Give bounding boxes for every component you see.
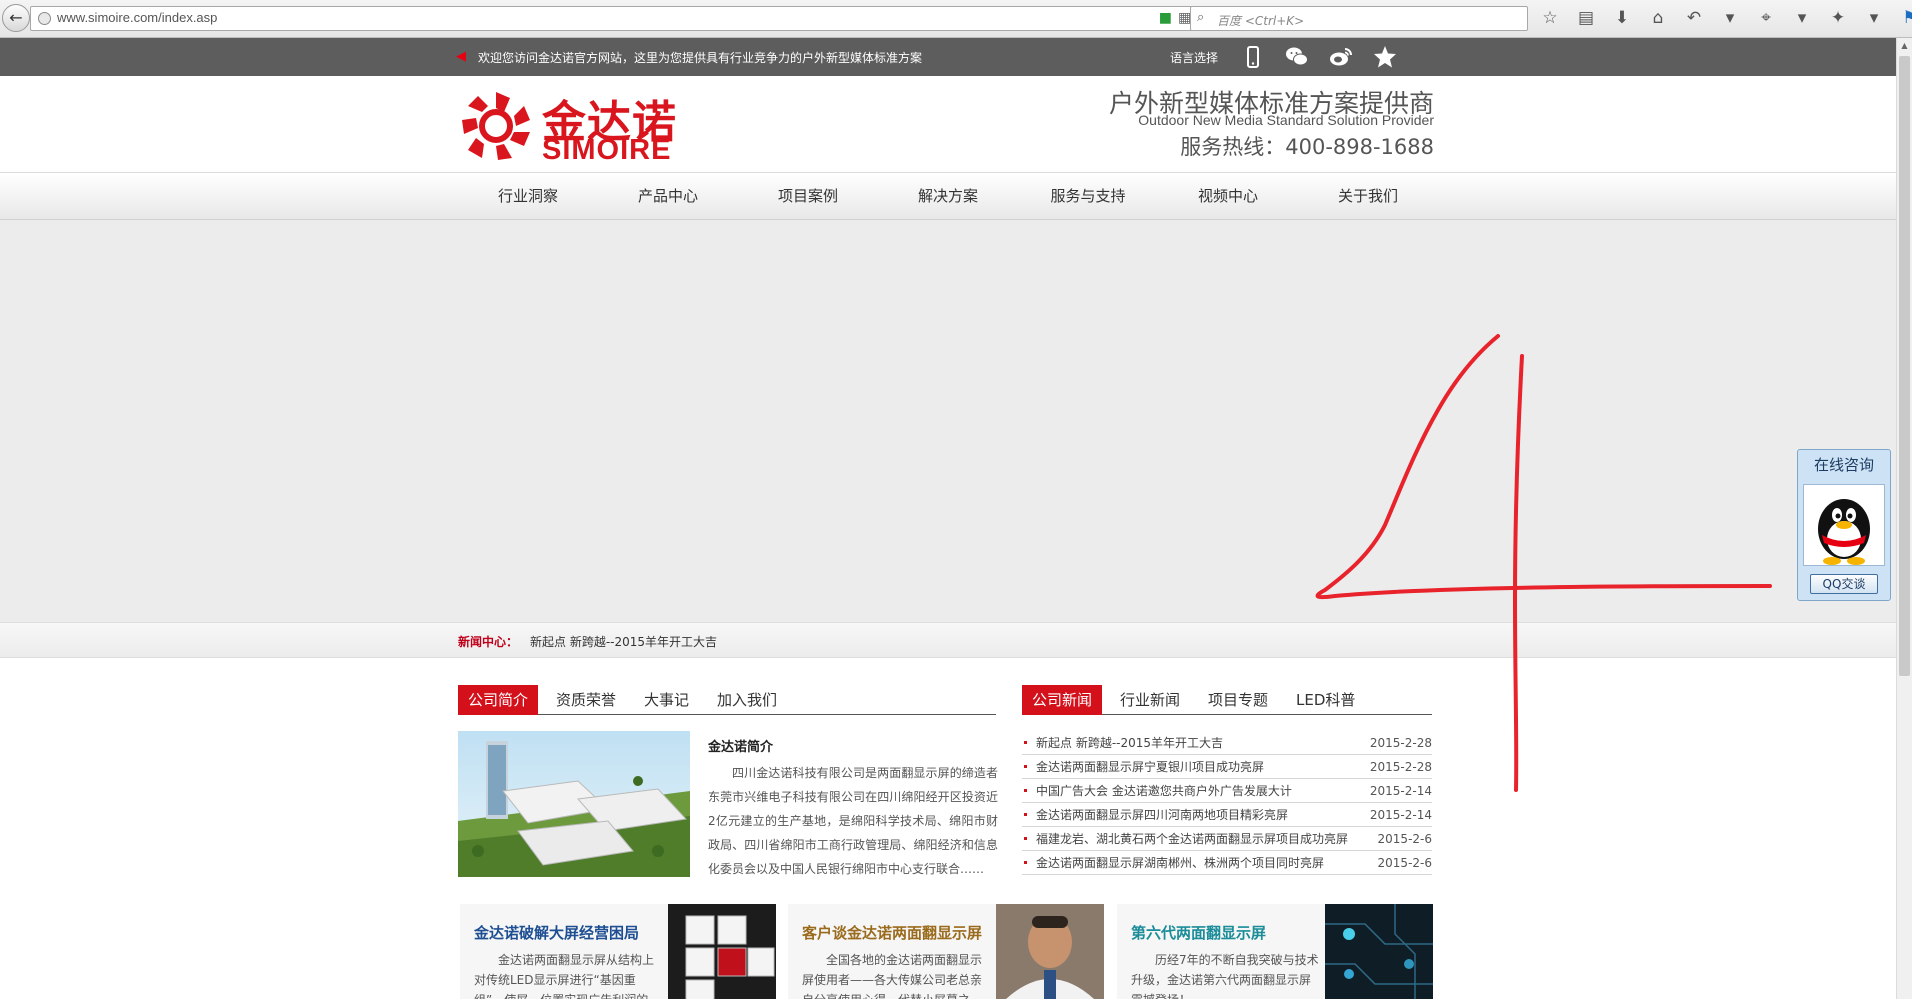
qq-penguin-icon[interactable] [1803,484,1885,566]
tab-projects[interactable]: 项目专题 [1198,685,1278,715]
logo-mark-icon [462,92,530,160]
star-icon[interactable] [1372,44,1398,70]
card-text: 金达诺两面翻显示屏从结构上对传统LED显示屏进行“基因重组”，使屏一位置实现广告… [474,953,655,999]
welcome-text: 欢迎您访问金达诺官方网站，这里为您提供具有行业竞争力的户外新型媒体标准方案 [478,51,923,65]
qq-title: 在线咨询 [1813,456,1874,474]
news-title[interactable]: 金达诺两面翻显示屏宁夏银川项目成功亮屏 [1036,760,1264,774]
weibo-icon[interactable] [1328,44,1354,70]
puzzle-image[interactable] [668,904,776,999]
qq-consult-widget: 在线咨询 QQ交谈 [1797,449,1891,601]
topbar-icons [1240,44,1398,70]
list-item[interactable]: 新起点 新跨越--2015羊年开工大吉 2015-2-28 [1022,731,1432,755]
led-circuit-image[interactable] [1325,904,1433,999]
ticker-link[interactable]: 新起点 新跨越--2015羊年开工大吉 [530,633,717,650]
about-text: 四川金达诺科技有限公司是两面翻显示屏的缔造者东莞市兴维电子科技有限公司在四川绵阳… [708,766,998,876]
feature-card[interactable]: 第六代两面翻显示屏 历经7年的不断自我突破与技术升级，金达诺第六代两面翻显示屏震… [1117,904,1433,999]
feature-card[interactable]: 客户谈金达诺两面翻显示屏 全国各地的金达诺两面翻显示屏使用者——各大传媒公司老总… [788,904,1104,999]
news-title[interactable]: 中国广告大会 金达诺邀您共商户外广告发展大计 [1036,784,1292,798]
nav-item-cases[interactable]: 项目案例 [738,173,878,219]
news-title[interactable]: 金达诺两面翻显示屏湖南郴州、株洲两个项目同时亮屏 [1036,856,1324,870]
tab-company-news[interactable]: 公司新闻 [1022,685,1103,715]
logo-english-text: SIMOIRE [542,134,672,166]
news-title[interactable]: 金达诺两面翻显示屏四川河南两地项目精彩亮屏 [1036,808,1288,822]
news-date: 2015-2-28 [1369,760,1432,774]
mobile-icon[interactable] [1240,44,1266,70]
speaker-icon: ◀ [456,49,466,64]
card-text: 历经7年的不断自我突破与技术升级，金达诺第六代两面翻显示屏震撼登场！ [1131,953,1319,999]
download-icon[interactable]: ⬇ [1610,6,1634,30]
tab-led-science[interactable]: LED科普 [1286,685,1365,715]
undo-icon[interactable]: ↶ [1682,6,1706,30]
nav-item-video[interactable]: 视频中心 [1158,173,1298,219]
list-item[interactable]: 福建龙岩、湖北黄石两个金达诺两面翻显示屏项目成功亮屏 2015-2-6 [1022,827,1432,851]
list-item[interactable]: 金达诺两面翻显示屏四川河南两地项目精彩亮屏 2015-2-14 [1022,803,1432,827]
tab-join-us[interactable]: 加入我们 [707,685,787,715]
company-building-image[interactable] [458,731,690,877]
main-nav: 行业洞察 产品中心 项目案例 解决方案 服务与支持 视频中心 关于我们 [0,172,1896,220]
extension-icon[interactable]: ✦ [1826,6,1850,30]
list-item[interactable]: 金达诺两面翻显示屏宁夏银川项目成功亮屏 2015-2-28 [1022,755,1432,779]
about-tabs: 公司简介 资质荣誉 大事记 加入我们 [458,685,996,715]
flag-icon[interactable]: ⚑ [1898,6,1912,30]
crop-icon[interactable]: ⌖ [1754,6,1778,30]
shield-icon[interactable]: ■ [1159,10,1178,26]
search-bar[interactable]: ⌕ 百度 <Ctrl+K> [1190,6,1528,31]
card-title[interactable]: 客户谈金达诺两面翻显示屏 [802,922,982,943]
globe-icon [38,12,51,25]
banner [0,220,1896,622]
bookmark-star-icon[interactable]: ☆ [1538,6,1562,30]
news-tabs: 公司新闻 行业新闻 项目专题 LED科普 [1022,685,1432,715]
feature-card[interactable]: 金达诺破解大屏经营困局 金达诺两面翻显示屏从结构上对传统LED显示屏进行“基因重… [460,904,776,999]
person-photo[interactable] [996,904,1104,999]
card-title[interactable]: 第六代两面翻显示屏 [1131,922,1266,943]
list-item[interactable]: 金达诺两面翻显示屏湖南郴州、株洲两个项目同时亮屏 2015-2-6 [1022,851,1432,875]
language-select[interactable]: 语言选择 [1170,49,1218,66]
news-title[interactable]: 新起点 新跨越--2015羊年开工大吉 [1036,736,1223,750]
search-placeholder[interactable]: 百度 <Ctrl+K> [1217,12,1304,29]
scrollbar[interactable]: ▲ [1896,38,1912,999]
news-list: 新起点 新跨越--2015羊年开工大吉 2015-2-28 金达诺两面翻显示屏宁夏… [1022,731,1432,875]
tab-honors[interactable]: 资质荣誉 [546,685,626,715]
wechat-icon[interactable] [1284,44,1310,70]
slogan-english: Outdoor New Media Standard Solution Prov… [1138,112,1434,128]
nav-item-insight[interactable]: 行业洞察 [458,173,598,219]
news-date: 2015-2-14 [1369,808,1432,822]
back-button[interactable]: ← [2,4,30,32]
news-date: 2015-2-6 [1377,832,1432,846]
nav-item-about[interactable]: 关于我们 [1298,173,1438,219]
browser-toolbar: ← www.simoire.com/index.asp ■▦↻ ⌕ 百度 <Ct… [0,0,1912,38]
url-bar[interactable]: www.simoire.com/index.asp ■▦↻ [30,6,1222,31]
card-title[interactable]: 金达诺破解大屏经营困局 [474,922,639,943]
dropdown-icon[interactable]: ▾ [1862,6,1886,30]
search-icon: ⌕ [1197,10,1205,25]
about-title: 金达诺简介 [708,740,774,755]
browser-toolbar-icons: ☆ ▤ ⬇ ⌂ ↶ ▾ ⌖ ▾ ✦ ▾ ⚑ [1538,6,1912,32]
card-text: 全国各地的金达诺两面翻显示屏使用者——各大传媒公司老总亲自分享使用心得，代替小屏… [802,953,983,999]
tab-milestones[interactable]: 大事记 [634,685,699,715]
tab-company-intro[interactable]: 公司简介 [458,685,539,715]
hotline: 服务热线：400-898-1688 [1180,135,1434,159]
dropdown-icon[interactable]: ▾ [1790,6,1814,30]
news-ticker: 新闻中心： 新起点 新跨越--2015羊年开工大吉 [0,622,1896,658]
home-icon[interactable]: ⌂ [1646,6,1670,30]
url-text[interactable]: www.simoire.com/index.asp [57,10,217,25]
news-title[interactable]: 福建龙岩、湖北黄石两个金达诺两面翻显示屏项目成功亮屏 [1036,832,1348,846]
scroll-up-arrow-icon[interactable]: ▲ [1897,38,1912,54]
dropdown-icon[interactable]: ▾ [1718,6,1742,30]
reading-list-icon[interactable]: ▤ [1574,6,1598,30]
news-date: 2015-2-28 [1369,736,1432,750]
list-item[interactable]: 中国广告大会 金达诺邀您共商户外广告发展大计 2015-2-14 [1022,779,1432,803]
news-date: 2015-2-6 [1377,856,1432,870]
logo[interactable]: 金达诺 SIMOIRE [458,86,683,166]
scroll-thumb[interactable] [1899,56,1910,676]
nav-item-support[interactable]: 服务与支持 [1018,173,1158,219]
site-header: 金达诺 SIMOIRE 户外新型媒体标准方案提供商 Outdoor New Me… [0,76,1896,172]
site-topbar: ◀ 欢迎您访问金达诺官方网站，这里为您提供具有行业竞争力的户外新型媒体标准方案 … [0,38,1896,76]
qq-chat-button[interactable]: QQ交谈 [1810,574,1878,594]
tab-industry-news[interactable]: 行业新闻 [1110,685,1190,715]
nav-item-solutions[interactable]: 解决方案 [878,173,1018,219]
nav-item-products[interactable]: 产品中心 [598,173,738,219]
ticker-label: 新闻中心： [458,635,519,649]
news-date: 2015-2-14 [1369,784,1432,798]
